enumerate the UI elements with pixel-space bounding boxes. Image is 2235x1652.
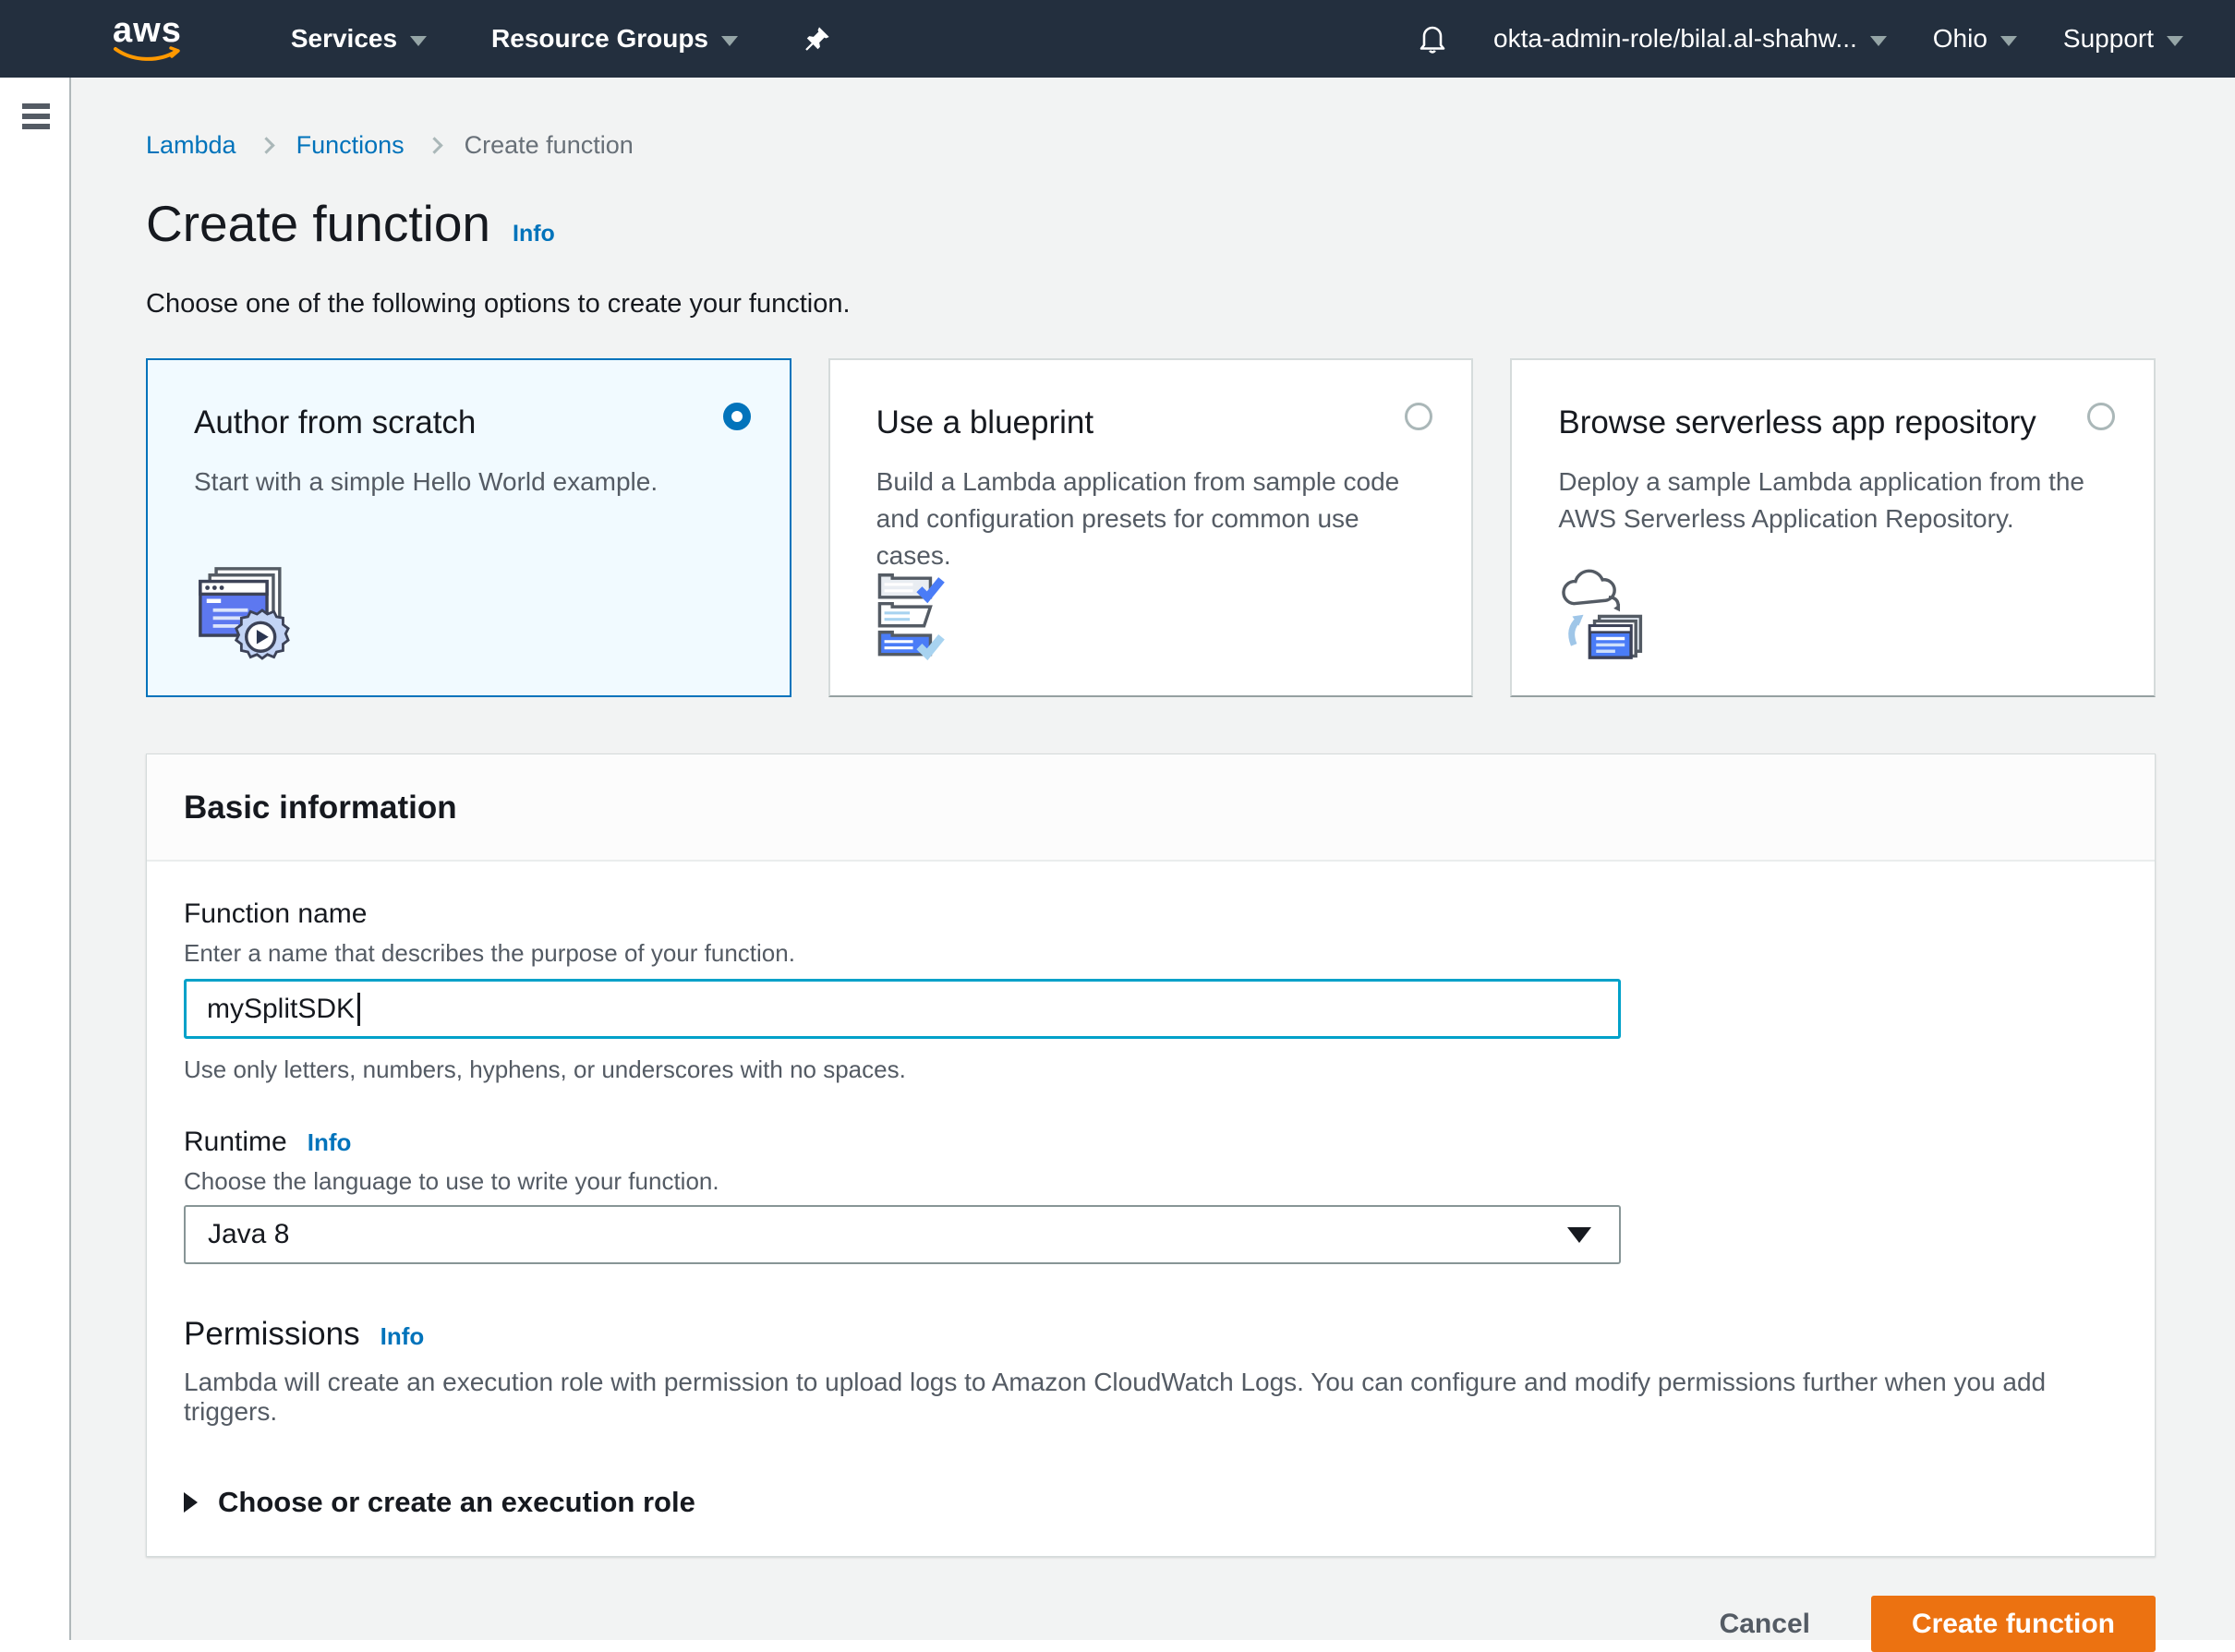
nav-resource-groups-label: Resource Groups bbox=[491, 24, 708, 54]
permissions-description: Lambda will create an execution role wit… bbox=[184, 1368, 2118, 1427]
card-author-from-scratch[interactable]: Author from scratch Start with a simple … bbox=[146, 358, 791, 697]
aws-logo[interactable]: aws bbox=[113, 15, 182, 63]
basic-information-panel: Basic information Function name Enter a … bbox=[146, 754, 2156, 1557]
nav-services[interactable]: Services bbox=[291, 24, 427, 54]
nav-account-label: okta-admin-role/bilal.al-shahw... bbox=[1493, 24, 1857, 54]
permissions-label: Permissions bbox=[184, 1316, 360, 1353]
aws-smile-icon bbox=[113, 46, 181, 63]
card-browse-serverless-app-repository[interactable]: Browse serverless app repository Deploy … bbox=[1510, 358, 2156, 697]
pin-icon[interactable] bbox=[803, 24, 832, 54]
nav-region-menu[interactable]: Ohio bbox=[1933, 24, 2017, 54]
radio-author-from-scratch[interactable] bbox=[723, 403, 751, 430]
cancel-button[interactable]: Cancel bbox=[1720, 1609, 1810, 1640]
sidebar bbox=[0, 78, 71, 1640]
creation-option-cards: Author from scratch Start with a simple … bbox=[146, 358, 2156, 697]
runtime-select[interactable]: Java 8 bbox=[184, 1205, 1621, 1264]
nav-resource-groups[interactable]: Resource Groups bbox=[491, 24, 738, 54]
card-title: Use a blueprint bbox=[876, 404, 1430, 441]
card-description: Deploy a sample Lambda application from … bbox=[1558, 464, 2111, 537]
runtime-field-group: Runtime Info Choose the language to use … bbox=[184, 1127, 2118, 1264]
serverless-repo-icon bbox=[1558, 562, 1660, 664]
nav-support-label: Support bbox=[2063, 24, 2154, 54]
function-name-label: Function name bbox=[184, 898, 2118, 930]
function-name-field-group: Function name Enter a name that describe… bbox=[184, 898, 2118, 1084]
card-title: Browse serverless app repository bbox=[1558, 404, 2111, 441]
function-name-constraint: Use only letters, numbers, hyphens, or u… bbox=[184, 1055, 2118, 1084]
execution-role-expander-label: Choose or create an execution role bbox=[218, 1486, 695, 1519]
title-info-link[interactable]: Info bbox=[513, 221, 555, 247]
dropdown-caret-icon bbox=[1567, 1227, 1591, 1243]
panel-title: Basic information bbox=[184, 790, 2118, 826]
radio-browse-serverless-app-repository[interactable] bbox=[2087, 403, 2115, 430]
function-name-input[interactable]: mySplitSDK bbox=[184, 979, 1621, 1039]
aws-logo-text: aws bbox=[113, 15, 182, 46]
top-nav: aws Services Resource Groups okta-admin-… bbox=[0, 0, 2235, 78]
breadcrumb-lambda[interactable]: Lambda bbox=[146, 131, 236, 160]
permissions-info-link[interactable]: Info bbox=[381, 1322, 425, 1351]
execution-role-expander[interactable]: Choose or create an execution role bbox=[184, 1486, 2118, 1519]
page-title: Create function bbox=[146, 195, 490, 252]
card-description: Build a Lambda application from sample c… bbox=[876, 464, 1430, 574]
nav-region-label: Ohio bbox=[1933, 24, 1987, 54]
breadcrumb-functions[interactable]: Functions bbox=[296, 131, 405, 160]
author-from-scratch-icon bbox=[194, 562, 296, 664]
main-content: Lambda Functions Create function Create … bbox=[71, 78, 2235, 1640]
page-subtitle: Choose one of the following options to c… bbox=[146, 289, 2156, 320]
chevron-down-icon bbox=[1870, 36, 1887, 46]
nav-account-menu[interactable]: okta-admin-role/bilal.al-shahw... bbox=[1493, 24, 1887, 54]
runtime-info-link[interactable]: Info bbox=[308, 1128, 352, 1157]
chevron-right-icon bbox=[426, 137, 442, 153]
chevron-down-icon bbox=[2000, 36, 2017, 46]
panel-header: Basic information bbox=[147, 754, 2155, 862]
chevron-down-icon bbox=[2167, 36, 2183, 46]
bell-icon[interactable] bbox=[1416, 20, 1449, 57]
runtime-label: Runtime bbox=[184, 1127, 287, 1158]
chevron-right-icon bbox=[258, 137, 274, 153]
hamburger-menu-icon[interactable] bbox=[22, 103, 50, 129]
nav-support-menu[interactable]: Support bbox=[2063, 24, 2183, 54]
breadcrumb-current: Create function bbox=[465, 131, 634, 160]
chevron-down-icon bbox=[410, 36, 427, 46]
blueprint-icon bbox=[876, 562, 978, 664]
runtime-description: Choose the language to use to write your… bbox=[184, 1167, 2118, 1196]
chevron-down-icon bbox=[721, 36, 738, 46]
text-cursor bbox=[357, 993, 360, 1026]
breadcrumb: Lambda Functions Create function bbox=[146, 131, 2156, 160]
card-use-a-blueprint[interactable]: Use a blueprint Build a Lambda applicati… bbox=[828, 358, 1474, 697]
create-function-button[interactable]: Create function bbox=[1871, 1596, 2156, 1652]
function-name-description: Enter a name that describes the purpose … bbox=[184, 939, 2118, 968]
function-name-value: mySplitSDK bbox=[207, 994, 355, 1025]
card-title: Author from scratch bbox=[194, 404, 747, 441]
permissions-group: Permissions Info Lambda will create an e… bbox=[184, 1316, 2118, 1519]
expander-caret-icon bbox=[184, 1492, 198, 1513]
nav-services-label: Services bbox=[291, 24, 397, 54]
footer-actions: Cancel Create function bbox=[146, 1596, 2156, 1652]
card-description: Start with a simple Hello World example. bbox=[194, 464, 747, 500]
runtime-selected-value: Java 8 bbox=[208, 1219, 289, 1250]
